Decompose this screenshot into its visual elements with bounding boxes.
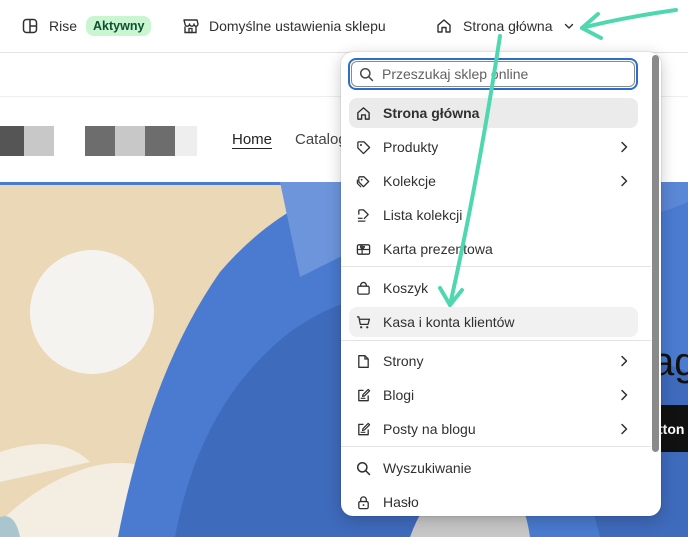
menu-item-strona-glowna[interactable]: Strona główna [349, 98, 638, 128]
menu-item-strony[interactable]: Strony [349, 346, 638, 376]
chevron-right-icon [618, 354, 630, 371]
menu-item-haslo[interactable]: Hasło [349, 487, 638, 516]
menu-item-label: Wyszukiwanie [383, 460, 472, 476]
blog-icon [355, 387, 371, 403]
menu-item-koszyk[interactable]: Koszyk [349, 273, 638, 303]
menu-item-kolekcje[interactable]: Kolekcje [349, 166, 638, 196]
page-selector[interactable]: Strona główna [436, 0, 575, 52]
menu-divider [341, 266, 651, 267]
store-logo[interactable] [0, 126, 200, 156]
menu-item-label: Blogi [383, 387, 415, 403]
menu-item-label: Strony [383, 353, 424, 369]
menu-item-label: Strona główna [383, 105, 480, 121]
theme-name: Rise [49, 18, 78, 34]
search-field-border [351, 61, 635, 87]
hero-cta-label: tton [658, 420, 685, 437]
scrollbar-thumb[interactable] [652, 55, 659, 452]
search-icon [355, 460, 371, 476]
chevron-right-icon [618, 140, 630, 157]
menu-item-blogi[interactable]: Blogi [349, 380, 638, 410]
tag-icon [355, 139, 371, 155]
menu-item-label: Kasa i konta klientów [383, 314, 515, 330]
theme-selector[interactable]: Rise Aktywny [22, 0, 152, 52]
menu-item-produkty[interactable]: Produkty [349, 132, 638, 162]
menu-item-lista-kolekcji[interactable]: Lista kolekcji [349, 200, 638, 230]
store-icon [182, 18, 199, 34]
nav-link-home[interactable]: Home [232, 131, 272, 148]
page-selector-label: Strona główna [463, 18, 553, 34]
menu-item-label: Produkty [383, 139, 439, 155]
menu-item-label: Karta prezentowa [383, 241, 493, 257]
nav-link-catalog[interactable]: Catalog [295, 131, 347, 148]
editor-toolbar: Rise Aktywny Domyślne ustawienia sklepu … [0, 0, 688, 53]
gift-card-icon [355, 241, 371, 257]
menu-divider [341, 446, 651, 447]
home-icon [355, 105, 371, 121]
collection-icon [355, 173, 371, 189]
menu-item-karta-prezentowa[interactable]: Karta prezentowa [349, 234, 638, 264]
layout-icon [22, 18, 38, 34]
chevron-right-icon [618, 422, 630, 439]
store-settings-label: Domyślne ustawienia sklepu [209, 18, 386, 34]
menu-item-posty-na-blogu[interactable]: Posty na blogu [349, 414, 638, 444]
blog-post-icon [355, 421, 371, 437]
bag-icon [355, 280, 371, 296]
chevron-right-icon [618, 388, 630, 405]
dropdown-scrollbar[interactable] [650, 52, 661, 516]
active-badge: Aktywny [86, 16, 152, 36]
menu-item-kasa-i-konta-klientow[interactable]: Kasa i konta klientów [349, 307, 638, 337]
search-field[interactable]: Przeszukaj sklep online [348, 58, 638, 90]
page-selector-dropdown: Przeszukaj sklep online Strona główna Pr… [341, 52, 661, 516]
chevron-down-icon [563, 20, 575, 32]
home-icon [436, 18, 452, 34]
cart-icon [355, 314, 371, 330]
collection-list-icon [355, 207, 371, 223]
chevron-right-icon [618, 174, 630, 191]
menu-item-label: Koszyk [383, 280, 429, 296]
menu-item-label: Kolekcje [383, 173, 436, 189]
lock-icon [355, 494, 371, 510]
menu-item-label: Hasło [383, 494, 419, 510]
menu-item-label: Posty na blogu [383, 421, 476, 437]
page-icon [355, 353, 371, 369]
store-settings-button[interactable]: Domyślne ustawienia sklepu [182, 0, 386, 52]
menu-divider [341, 340, 651, 341]
menu-item-label: Lista kolekcji [383, 207, 463, 223]
menu-item-wyszukiwanie[interactable]: Wyszukiwanie [349, 453, 638, 483]
